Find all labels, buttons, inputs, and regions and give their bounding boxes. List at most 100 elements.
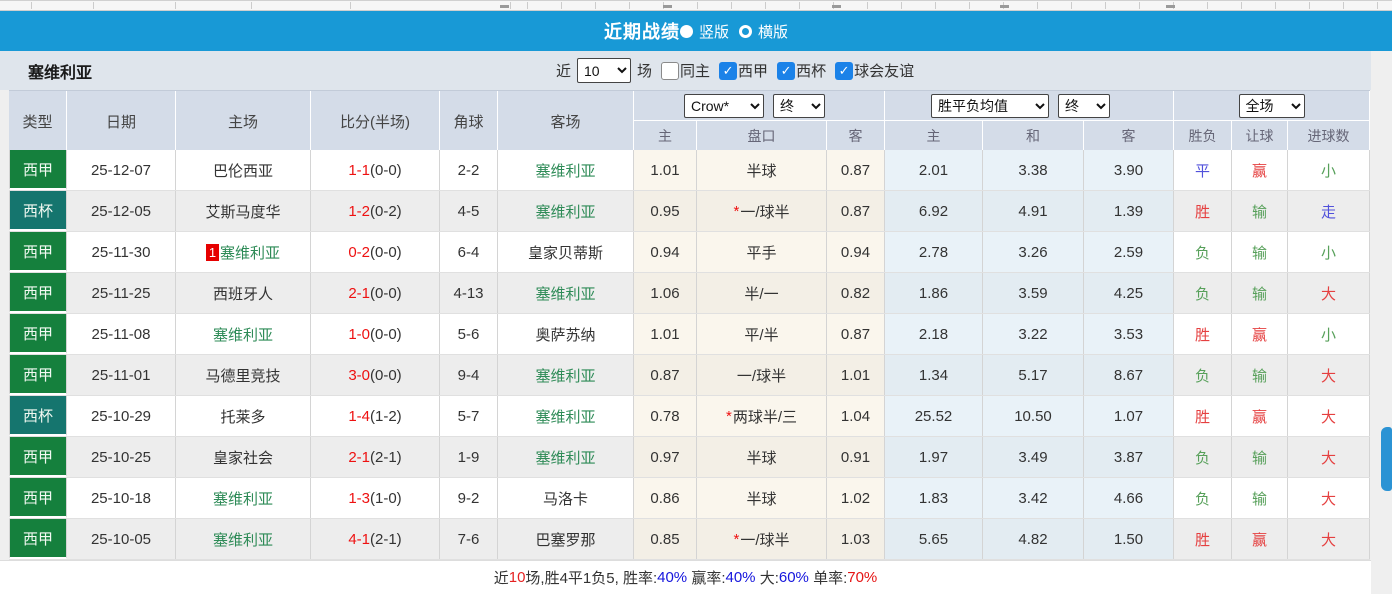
avg-type-select[interactable]: 胜平负均值 [931,94,1049,118]
result: 负 [1174,232,1232,272]
home-team: 皇家社会 [176,437,311,477]
result: 胜 [1174,396,1232,436]
full-score: 2-1 [348,285,370,302]
strip-divider [510,2,511,9]
scroll-thumb[interactable] [1381,427,1392,491]
avg-away: 3.87 [1084,437,1174,477]
filter-checkbox-1[interactable]: ✓ [719,62,737,80]
strip-divider [1377,2,1378,9]
odds-away: 0.91 [827,437,885,477]
strip-divider [799,2,800,9]
match-date: 25-12-05 [67,191,176,231]
summary-part-4: 40% [657,569,687,586]
odds-away: 1.01 [827,355,885,395]
corners: 4-5 [440,191,498,231]
odds-home: 0.87 [634,355,697,395]
odds-home: 0.95 [634,191,697,231]
match-date: 25-10-29 [67,396,176,436]
match-score: 4-1(2-1) [311,519,440,559]
filter-checkbox-0[interactable] [661,62,679,80]
strip-divider [175,2,176,9]
odds-stage-select[interactable]: 终 [773,94,825,118]
strip-divider [1071,2,1072,9]
away-team-name: 塞维利亚 [535,447,595,468]
table-row: 西甲25-10-18塞维利亚1-3(1-0)9-2马洛卡0.86半球1.021.… [9,478,1370,519]
match-score: 1-0(0-0) [311,314,440,354]
strip-text-remnant [1000,5,1009,8]
strip-text-remnant [500,5,509,8]
half-score: (1-2) [370,408,402,425]
away-team-name: 塞维利亚 [535,365,595,386]
strip-divider [1275,2,1276,9]
handicap: 半球 [697,478,827,518]
handicap: 平/半 [697,314,827,354]
full-score: 1-1 [348,162,370,179]
handicap: 半球 [697,437,827,477]
filter-checkbox-3[interactable]: ✓ [835,62,853,80]
avg-away: 8.67 [1084,355,1174,395]
home-team-name: 塞维利亚 [220,242,280,263]
odds-home: 0.86 [634,478,697,518]
handicap-star: * [726,408,732,425]
strip-divider [561,2,562,9]
avg-home: 25.52 [885,396,983,436]
strip-divider [1241,2,1242,9]
home-team: 1塞维利亚 [176,232,311,272]
odds-company-select[interactable]: Crow* [684,94,764,118]
avg-stage-select[interactable]: 终 [1058,94,1110,118]
corners: 7-6 [440,519,498,559]
col-header-type: 类型 [9,91,67,151]
handicap-result: 输 [1232,437,1288,477]
home-team: 马德里竞技 [176,355,311,395]
avg-home: 1.34 [885,355,983,395]
half-score: (0-0) [370,285,402,302]
scope-select[interactable]: 全场 [1239,94,1305,118]
home-team-name: 皇家社会 [213,447,273,468]
handicap-result: 输 [1232,232,1288,272]
layout-radio-0[interactable] [680,25,693,38]
handicap-text: 半球 [746,160,776,181]
subcol-odds-home: 主 [634,121,697,151]
strip-divider [969,2,970,9]
result-group: 全场 胜负 让球 进球数 [1174,91,1370,150]
summary-footer: 近10场,胜4平1负5, 胜率:40% 赢率:40% 大:60% 单率:70% [0,560,1371,594]
home-team: 西班牙人 [176,273,311,313]
filter-checkbox-2[interactable]: ✓ [777,62,795,80]
filter-checkbox-label-2: 西杯 [796,60,826,81]
home-team-name: 西班牙人 [213,283,273,304]
away-team-name: 皇家贝蒂斯 [528,242,603,263]
match-type-badge: 西甲 [9,519,67,559]
match-date: 25-12-07 [67,150,176,190]
team-name: 塞维利亚 [28,51,92,90]
handicap-star: * [733,531,739,548]
half-score: (0-0) [370,162,402,179]
goals-result: 大 [1288,396,1370,436]
handicap-result: 输 [1232,191,1288,231]
avg-away: 1.39 [1084,191,1174,231]
avg-away: 1.07 [1084,396,1174,436]
layout-radio-1[interactable] [739,25,752,38]
table-row: 西甲25-11-25西班牙人2-1(0-0)4-13塞维利亚1.06半/一0.8… [9,273,1370,314]
full-score: 3-0 [348,367,370,384]
match-type-badge: 西甲 [9,437,67,477]
goals-result: 走 [1288,191,1370,231]
filter-checkbox-label-3: 球会友谊 [854,60,914,81]
matches-count-select[interactable]: 10 [577,58,631,83]
avg-draw: 3.26 [983,232,1084,272]
match-date: 25-11-25 [67,273,176,313]
match-type-badge: 西甲 [9,232,67,272]
strip-divider [867,2,868,9]
match-score: 2-1(0-0) [311,273,440,313]
summary-part-1: 10 [509,569,526,586]
near-label: 近 [556,60,571,81]
match-date: 25-11-30 [67,232,176,272]
summary-part-0: 近 [494,567,509,588]
match-date: 25-11-01 [67,355,176,395]
subcol-avg-draw: 和 [983,121,1084,151]
strip-divider [1139,2,1140,9]
full-score: 1-0 [348,326,370,343]
away-team: 塞维利亚 [498,273,634,313]
home-team: 塞维利亚 [176,519,311,559]
handicap-result: 输 [1232,478,1288,518]
handicap-result: 赢 [1232,150,1288,190]
